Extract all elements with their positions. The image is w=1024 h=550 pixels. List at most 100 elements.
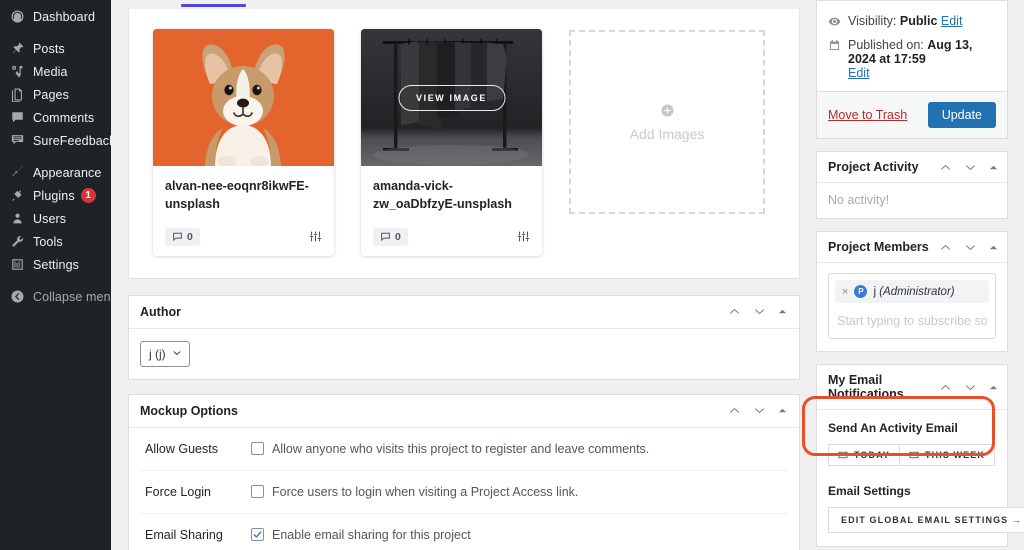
panel-handle-actions xyxy=(728,404,787,417)
image-card[interactable]: alvan-nee-eoqnr8ikwFE-unsplash 0 xyxy=(153,29,334,256)
image-settings-sliders-icon[interactable] xyxy=(517,230,530,243)
sidebar-item-label: Appearance xyxy=(33,165,102,180)
option-row-allow-guests: Allow Guests Allow anyone who visits thi… xyxy=(140,428,787,471)
sidebar-item-dashboard[interactable]: Dashboard xyxy=(0,5,111,28)
envelope-icon xyxy=(909,451,919,459)
sidebar-item-settings[interactable]: Settings xyxy=(0,253,111,276)
toggle-panel-icon[interactable] xyxy=(778,406,787,415)
update-button[interactable]: Update xyxy=(927,102,996,128)
sidebar-item-comments[interactable]: Comments xyxy=(0,106,111,129)
move-down-icon[interactable] xyxy=(964,161,977,174)
subscribe-member-input[interactable] xyxy=(835,303,989,330)
corgi-photo xyxy=(153,29,334,166)
image-thumbnail[interactable] xyxy=(153,29,334,166)
move-down-icon[interactable] xyxy=(964,381,977,394)
sidebar-item-tools[interactable]: Tools xyxy=(0,230,111,253)
move-down-icon[interactable] xyxy=(964,241,977,254)
sidebar-item-media[interactable]: Media xyxy=(0,60,111,83)
option-row-force-login: Force Login Force users to login when vi… xyxy=(140,471,787,514)
force-login-checkbox[interactable] xyxy=(251,485,264,498)
toggle-panel-icon[interactable] xyxy=(989,163,998,172)
calendar-icon xyxy=(828,39,841,55)
plugins-update-badge: 1 xyxy=(80,188,96,203)
sidebar-item-posts[interactable]: Posts xyxy=(0,37,111,60)
author-panel-title: Author xyxy=(140,304,181,319)
option-description: Allow anyone who visits this project to … xyxy=(272,441,650,456)
move-up-icon[interactable] xyxy=(728,404,741,417)
move-up-icon[interactable] xyxy=(939,381,952,394)
sidebar-item-plugins[interactable]: Plugins 1 xyxy=(0,184,111,207)
project-members-body: × P j (Administrator) xyxy=(817,263,1007,351)
remove-member-icon[interactable]: × xyxy=(842,286,848,298)
sidebar-item-label: Dashboard xyxy=(33,9,96,24)
toggle-panel-icon[interactable] xyxy=(989,383,998,392)
move-up-icon[interactable] xyxy=(939,161,952,174)
project-activity-body: No activity! xyxy=(817,183,1007,218)
member-chip: × P j (Administrator) xyxy=(835,280,989,303)
comment-icon xyxy=(9,109,26,126)
member-name-role: j (Administrator) xyxy=(873,286,954,298)
project-activity-panel: Project Activity No activity! xyxy=(816,151,1008,219)
sidebar-item-pages[interactable]: Pages xyxy=(0,83,111,106)
comment-count-badge[interactable]: 0 xyxy=(165,227,200,246)
member-name: j xyxy=(873,285,876,298)
sidebar-item-users[interactable]: Users xyxy=(0,207,111,230)
email-sharing-checkbox[interactable] xyxy=(251,528,264,541)
sidebar-item-label: SureFeedback xyxy=(33,133,116,148)
option-label: Allow Guests xyxy=(145,441,218,456)
toggle-panel-icon[interactable] xyxy=(778,307,787,316)
sidebar-divider xyxy=(0,276,111,285)
image-card[interactable]: VIEW IMAGE amanda-vick-zw_oaDbfzyE-unspl… xyxy=(361,29,542,256)
panel-handle-actions xyxy=(939,381,998,394)
allow-guests-checkbox[interactable] xyxy=(251,442,264,455)
email-notifications-panel: My Email Notifications Send An Activity … xyxy=(816,364,1024,547)
sidebar-item-collapse-menu[interactable]: Collapse menu xyxy=(0,285,118,308)
move-to-trash-link[interactable]: Move to Trash xyxy=(828,108,907,122)
image-thumbnail[interactable]: VIEW IMAGE xyxy=(361,29,542,166)
active-tab-indicator xyxy=(181,4,246,7)
image-card-footer: 0 xyxy=(373,227,530,246)
tab-strip xyxy=(128,0,800,9)
toggle-panel-icon[interactable] xyxy=(989,243,998,252)
visibility-edit-link[interactable]: Edit xyxy=(941,14,963,28)
publish-actions: Move to Trash Update xyxy=(817,91,1007,138)
mockup-options-body: Allow Guests Allow anyone who visits thi… xyxy=(129,428,799,550)
send-today-button[interactable]: TODAY xyxy=(828,444,901,466)
move-down-icon[interactable] xyxy=(753,404,766,417)
move-up-icon[interactable] xyxy=(939,241,952,254)
comment-count-badge[interactable]: 0 xyxy=(373,227,408,246)
side-column: Visibility: Public Edit Published on: Au… xyxy=(816,0,1024,550)
media-icon xyxy=(9,63,26,80)
pages-icon xyxy=(9,86,26,103)
sidebar-item-label: Media xyxy=(33,64,68,79)
author-select[interactable]: j (j) xyxy=(140,340,190,367)
send-this-week-label: THIS WEEK xyxy=(925,450,985,460)
visibility-text: Visibility: Public Edit xyxy=(848,14,962,28)
eye-icon xyxy=(828,15,841,31)
sidebar-item-appearance[interactable]: Appearance xyxy=(0,161,111,184)
email-notifications-header: My Email Notifications xyxy=(817,365,1007,410)
publish-panel-cutoff xyxy=(817,1,1007,9)
members-token-field[interactable]: × P j (Administrator) xyxy=(828,273,996,339)
send-this-week-button[interactable]: THIS WEEK xyxy=(900,444,995,466)
envelope-icon xyxy=(838,451,848,459)
image-settings-sliders-icon[interactable] xyxy=(309,230,322,243)
published-edit-link[interactable]: Edit xyxy=(848,66,870,80)
project-members-panel: Project Members × P j (Administrator) St… xyxy=(816,231,1008,352)
image-card-title: alvan-nee-eoqnr8ikwFE-unsplash xyxy=(165,179,309,211)
move-up-icon[interactable] xyxy=(728,305,741,318)
sidebar-item-surefeedback[interactable]: SureFeedback xyxy=(0,129,115,152)
move-down-icon[interactable] xyxy=(753,305,766,318)
add-images-dropzone[interactable]: Add Images xyxy=(569,30,765,214)
dashboard-icon xyxy=(9,8,26,25)
main-column: alvan-nee-eoqnr8ikwFE-unsplash 0 VIEW IM… xyxy=(128,0,800,550)
edit-global-email-settings-button[interactable]: EDIT GLOBAL EMAIL SETTINGS → xyxy=(828,507,1024,533)
view-image-button[interactable]: VIEW IMAGE xyxy=(397,84,506,111)
settings-icon xyxy=(9,256,26,273)
image-card-footer: 0 xyxy=(165,227,322,246)
option-control: Enable email sharing for this project xyxy=(251,528,471,542)
image-card-body: amanda-vick-zw_oaDbfzyE-unsplash 0 xyxy=(361,166,542,256)
comment-bubble-icon xyxy=(173,232,182,242)
admin-screen: Dashboard Posts Media Pages Comments Sur… xyxy=(0,0,1024,550)
project-activity-empty: No activity! xyxy=(828,193,890,207)
